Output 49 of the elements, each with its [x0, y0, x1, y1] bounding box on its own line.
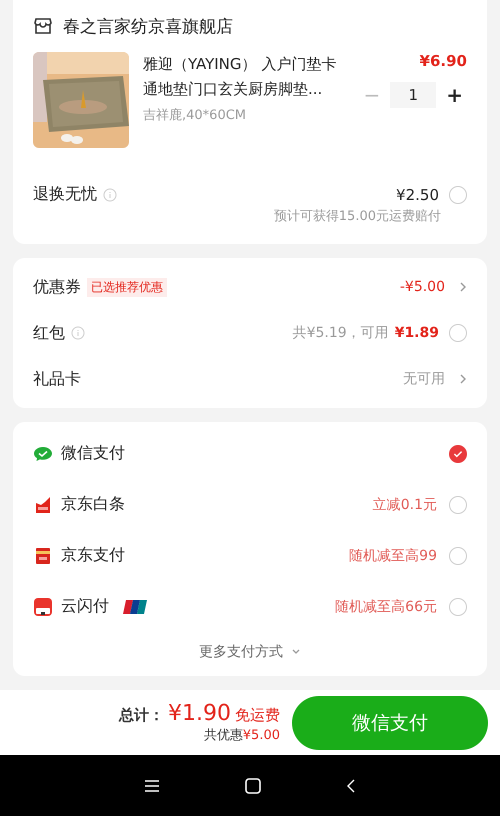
chevron-down-icon[interactable] [291, 648, 301, 656]
product-title[interactable]: 雅迎（YAYING） 入户门垫卡通地垫门口玄关厨房脚垫... [143, 52, 343, 102]
quantity-field[interactable]: 1 [390, 82, 436, 108]
payment-promo: 随机减至高66元 [335, 598, 437, 616]
payment-radio[interactable] [449, 444, 467, 462]
payment-name[interactable]: 京东支付 [61, 545, 125, 566]
app-icon [33, 596, 53, 616]
menu-icon[interactable] [145, 780, 159, 792]
home-icon[interactable] [245, 778, 261, 794]
payment-radio[interactable] [449, 598, 467, 616]
payment-promo: 随机减至高99 [349, 546, 437, 564]
coupon-tag: 已选推荐优惠 [87, 278, 167, 296]
discount-total: ¥5.00 [242, 728, 280, 744]
cash-gift-total: 共¥5.19，可用 [292, 324, 389, 342]
cash-gift-radio[interactable] [449, 324, 467, 342]
cash-gift-usable: ¥1.89 [394, 325, 439, 341]
coupon-value[interactable]: -¥5.00 [400, 279, 445, 295]
discount-total-label: 共优惠 [204, 728, 243, 744]
discount-label: 礼品卡 [33, 368, 81, 390]
product-spec: 吉祥鹿,40*60CM [143, 107, 248, 124]
service-price: ¥2.50 [396, 186, 439, 204]
chat-bubble-icon [33, 446, 53, 462]
store-icon [33, 16, 53, 36]
payment-radio[interactable] [449, 546, 467, 564]
payment-radio[interactable] [449, 496, 467, 514]
increase-button[interactable]: + [442, 83, 467, 107]
service-radio[interactable] [449, 186, 467, 204]
more-payments-link[interactable]: 更多支付方式 [199, 643, 283, 661]
payment-name[interactable]: 京东白条 [61, 494, 125, 515]
service-note: 预计可获得15.00元运费赔付 [272, 208, 441, 225]
card-icon [33, 546, 53, 564]
total-price: ¥1.90 [168, 701, 231, 726]
service-label: 退换无忧 [33, 184, 97, 205]
total-label: 总计： [119, 706, 164, 726]
discount-label: 优惠券 [33, 276, 81, 298]
info-icon[interactable] [71, 326, 85, 340]
discount-label: 红包 [33, 322, 65, 344]
shipping-label: 免运费 [235, 706, 280, 726]
chevron-icon[interactable] [459, 281, 467, 293]
chart-icon [33, 496, 53, 514]
back-icon[interactable] [347, 778, 355, 793]
product-price: ¥6.90 [420, 52, 467, 70]
payment-name[interactable]: 云闪付 [61, 596, 109, 617]
bank-card-logo [123, 598, 147, 614]
chevron-icon[interactable] [459, 373, 467, 385]
store-name[interactable]: 春之言家纺京喜旗舰店 [63, 14, 233, 38]
payment-name[interactable]: 微信支付 [61, 443, 125, 464]
info-icon[interactable] [103, 188, 117, 202]
payment-promo: 立减0.1元 [372, 496, 437, 514]
